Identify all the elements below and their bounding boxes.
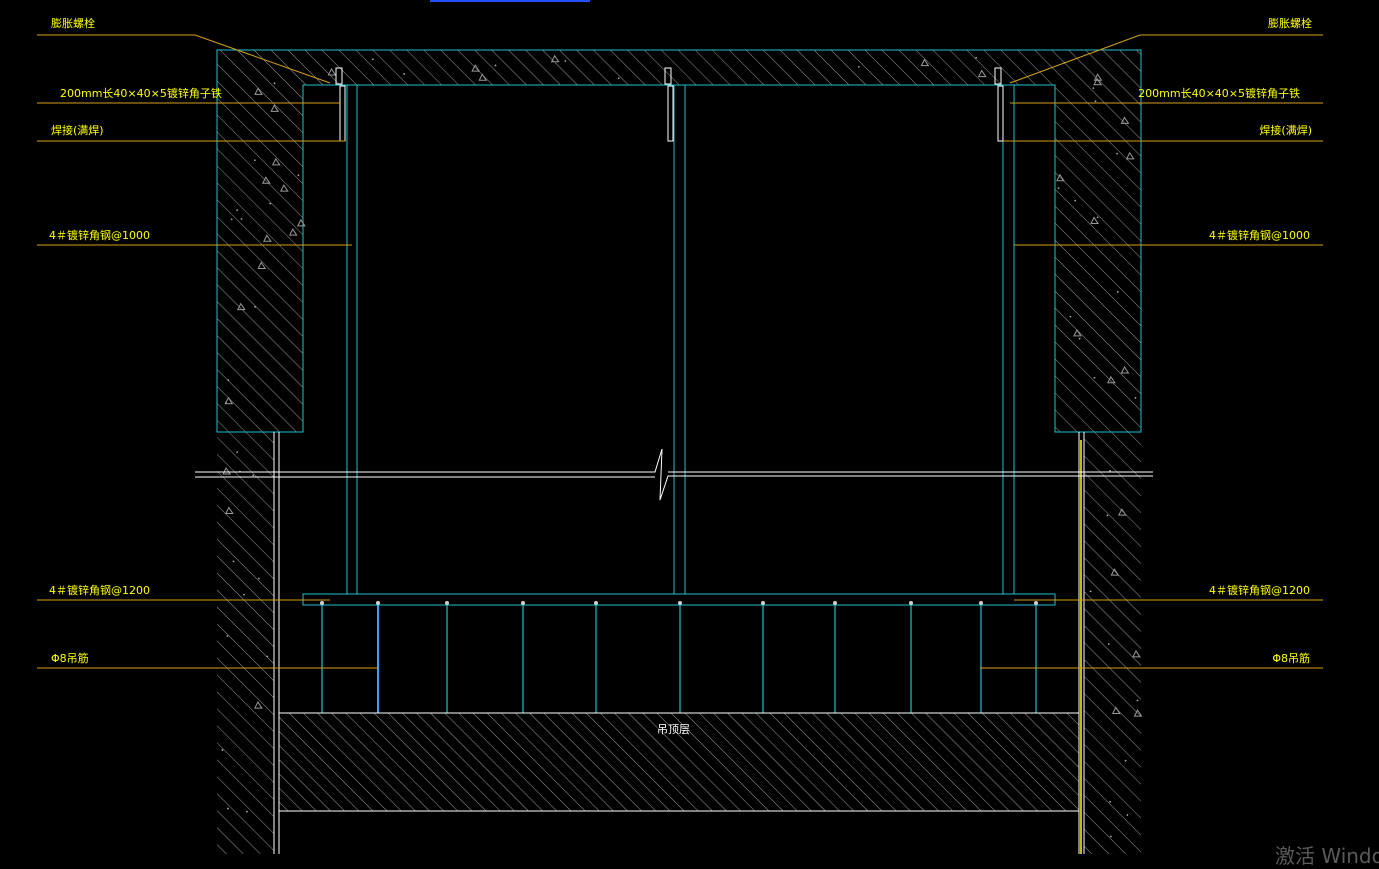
windows-activation-watermark: 激活 Windo (1275, 844, 1379, 868)
label-hanger-left: Φ8吊筋 (51, 652, 89, 665)
label-expansion-bolt-left: 膨胀螺栓 (51, 17, 95, 30)
hanger-anchor-dot (594, 601, 598, 605)
hanger-anchor-dot (761, 601, 765, 605)
label-expansion-bolt-right: 膨胀螺栓 (1268, 17, 1312, 30)
hanger-anchor-dot (521, 601, 525, 605)
label-angle-1200-right: 4＃镀锌角钢@1200 (1209, 584, 1310, 597)
hanger-anchor-dot (320, 601, 324, 605)
label-angle-code-left: 200mm长40×40×5镀锌角子铁 (60, 87, 222, 100)
label-ceiling-layer: 吊顶层 (657, 723, 690, 736)
hanger-anchor-dot (376, 601, 380, 605)
label-hanger-right: Φ8吊筋 (1272, 652, 1310, 665)
label-weld-left: 焊接(满焊) (51, 124, 104, 137)
hanger-anchor-dot (445, 601, 449, 605)
label-angle-1200-left: 4＃镀锌角钢@1200 (49, 584, 150, 597)
vertical-angle-steel (346, 85, 1015, 594)
label-angle-1000-right: 4＃镀锌角钢@1000 (1209, 229, 1310, 242)
hanger-anchor-dot (979, 601, 983, 605)
label-angle-1000-left: 4＃镀锌角钢@1000 (49, 229, 150, 242)
hanger-anchor-dot (909, 601, 913, 605)
label-weld-right: 焊接(满焊) (1259, 124, 1312, 137)
hanger-anchor-dot (1034, 601, 1038, 605)
hanger-anchor-dot (833, 601, 837, 605)
label-angle-code-right: 200mm长40×40×5镀锌角子铁 (1138, 87, 1300, 100)
hanger-bars (320, 601, 1038, 713)
hanger-anchor-dot (678, 601, 682, 605)
